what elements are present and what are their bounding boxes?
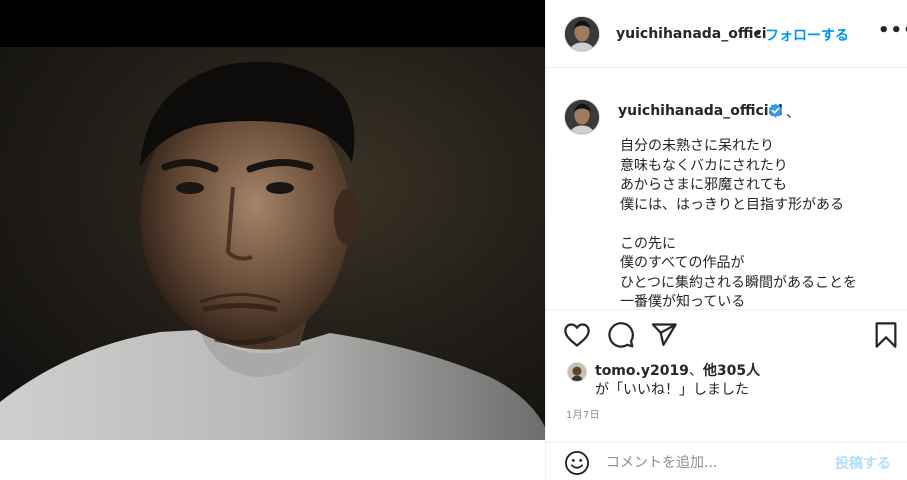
portrait-photo [0,47,545,440]
likes-separator: 、 [688,363,703,379]
likes-summary: tomo.y2019、他305人 [595,360,760,380]
post-sidebar: yuichihanada_offici • フォローする ••• yuichih… [545,0,907,480]
verified-badge-icon [768,103,783,118]
caption-punctuation: 、 [786,105,800,121]
paper-plane-icon[interactable] [650,321,678,349]
post-date[interactable]: 1月7日 [566,406,600,421]
bookmark-icon[interactable] [872,321,900,349]
follow-button[interactable]: フォローする [765,25,849,45]
caption-line: この先に [620,235,676,252]
author-avatar[interactable] [564,16,600,52]
post-comment-button[interactable]: 投稿する [835,453,891,473]
caption-line: 僕のすべての作品が [620,255,745,271]
liker-avatar-image [568,363,586,381]
caption-author-avatar[interactable] [564,99,600,135]
caption-section: yuichihanada_official 、 自分の未熟さに呆れたり 意味もな… [546,69,907,309]
post-photo[interactable] [0,47,545,440]
post-media-pane [0,0,545,480]
heart-icon[interactable] [563,321,591,349]
more-options-icon[interactable]: ••• [878,20,907,41]
liker-username-link[interactable]: tomo.y2019 [595,363,689,379]
author-username-link[interactable]: yuichihanada_offici [616,26,767,42]
caption-line: 一番僕が知っている [620,294,746,309]
caption-username-link[interactable]: yuichihanada_official [618,103,783,119]
avatar-image [565,100,599,134]
comment-input[interactable] [606,453,816,473]
caption-text: 自分の未熟さに呆れたり 意味もなくバカにされたり あからさまに邪魔されても 僕に… [620,137,900,309]
media-letterbox-top [0,0,545,47]
caption-line: ひとつに集約される瞬間があることを [620,274,858,291]
caption-line: あからさまに邪魔されても [620,177,787,193]
caption-line [620,215,900,235]
likes-suffix: が「いいね！」しました [595,382,749,398]
avatar-image [565,17,599,51]
post-header: yuichihanada_offici • フォローする ••• [546,0,907,68]
caption-line: 自分の未熟さに呆れたり [620,138,774,154]
caption-line: 僕には、はっきりと目指す形がある [620,196,844,213]
liker-avatar[interactable] [567,362,587,382]
smiley-icon[interactable] [564,450,590,476]
other-likers-link[interactable]: 他305人 [703,363,760,379]
comment-bar: 投稿する [546,442,907,480]
caption-line: 意味もなくバカにされたり [620,157,788,174]
post-actions: tomo.y2019、他305人 が「いいね！」しました 1月7日 [546,309,907,451]
media-letterbox-bottom [0,440,545,480]
separator-dot: • [754,26,763,42]
speech-bubble-icon[interactable] [607,321,635,349]
